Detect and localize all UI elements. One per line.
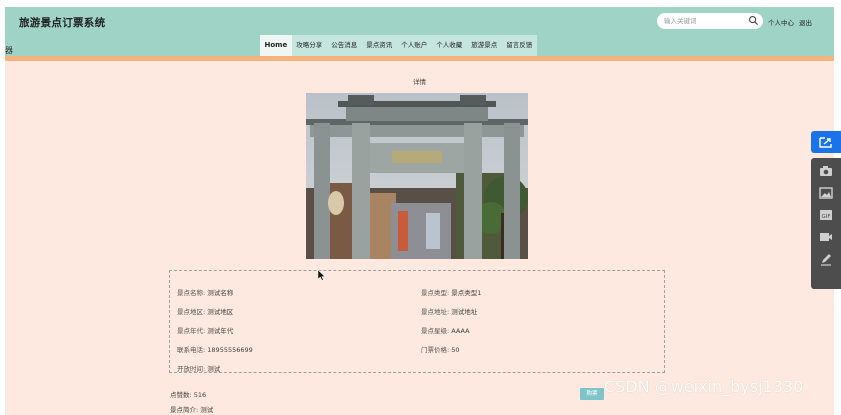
detail-name: 景点名称: 测试名称 [177, 287, 233, 297]
nav-item-feedback[interactable]: 留言反馈 [502, 35, 537, 56]
nav-item-attractions[interactable]: 旅游景点 [467, 35, 502, 56]
detail-phone-label: 联系电话: [177, 346, 206, 354]
detail-phone-value: 18955556699 [207, 346, 253, 354]
likes-label: 点赞数: [170, 391, 192, 399]
mouse-cursor-icon [318, 270, 326, 281]
search-input[interactable] [664, 15, 744, 27]
nav-item-attraction-news[interactable]: 景点资讯 [362, 35, 397, 56]
detail-type: 景点类型: 景点类型1 [421, 287, 481, 297]
detail-name-value: 测试名称 [207, 289, 234, 297]
detail-area-label: 景点地区: [177, 308, 206, 316]
detail-type-value: 景点类型1 [451, 289, 482, 297]
screenshot-toolbar: GIF [811, 131, 841, 289]
detail-hours: 开放时间: 测试 [177, 363, 220, 373]
svg-text:GIF: GIF [821, 214, 830, 220]
detail-era: 景点年代: 测试年代 [177, 325, 233, 335]
pencil-icon[interactable] [819, 252, 833, 266]
detail-price: 门票价格: 50 [421, 344, 460, 354]
stray-character: 器 [5, 46, 13, 55]
tool-rail: GIF [811, 158, 841, 289]
header-accent-stripe [5, 56, 834, 61]
detail-price-value: 50 [451, 346, 460, 354]
nav-item-home[interactable]: Home [260, 35, 292, 56]
detail-level-value: AAAA [451, 327, 470, 335]
detail-type-label: 景点类型: [421, 289, 450, 297]
detail-hours-value: 测试 [207, 365, 221, 373]
detail-name-label: 景点名称: [177, 289, 206, 297]
nav-item-guides[interactable]: 攻略分享 [292, 35, 327, 56]
logout-link[interactable]: 退出 [799, 17, 812, 27]
buy-ticket-button[interactable]: 购票 [580, 388, 604, 400]
intro-value: 测试 [200, 406, 214, 414]
share-icon [819, 137, 832, 148]
page-title: 详情 [413, 78, 426, 86]
nav-item-favorites[interactable]: 个人收藏 [432, 35, 467, 56]
detail-hours-label: 开放时间: [177, 365, 206, 373]
attraction-photo [306, 93, 528, 259]
nav-item-account[interactable]: 个人账户 [397, 35, 432, 56]
likes-count: 点赞数: 516 [170, 389, 206, 399]
camera-icon[interactable] [819, 164, 833, 178]
detail-era-label: 景点年代: [177, 327, 206, 335]
search-box[interactable] [657, 13, 763, 29]
detail-address-label: 景点地址: [421, 308, 450, 316]
gif-icon[interactable]: GIF [819, 208, 833, 222]
intro-label: 景点简介: [170, 406, 199, 414]
search-icon[interactable] [748, 15, 759, 26]
site-header: 旅游景点订票系统 器 个人中心 退出 Home 攻略分享 公告消息 景点资讯 个… [5, 7, 834, 57]
detail-price-label: 门票价格: [421, 346, 450, 354]
browser-viewport: 旅游景点订票系统 器 个人中心 退出 Home 攻略分享 公告消息 景点资讯 个… [5, 7, 834, 415]
detail-area-value: 测试地区 [207, 308, 234, 316]
detail-phone: 联系电话: 18955556699 [177, 344, 253, 354]
site-title: 旅游景点订票系统 [19, 17, 106, 29]
detail-level: 景点星级: AAAA [421, 325, 470, 335]
detail-address: 景点地址: 测试地址 [421, 306, 477, 316]
attraction-intro: 景点简介: 测试 [170, 404, 213, 414]
profile-link[interactable]: 个人中心 [768, 17, 794, 27]
attraction-details: 景点名称: 测试名称 景点类型: 景点类型1 景点地区: 测试地区 景点地址: … [169, 270, 665, 373]
image-icon[interactable] [819, 186, 833, 200]
likes-value: 516 [193, 391, 207, 399]
detail-area: 景点地区: 测试地区 [177, 306, 233, 316]
video-icon[interactable] [819, 230, 833, 244]
detail-era-value: 测试年代 [207, 327, 234, 335]
nav-item-announcements[interactable]: 公告消息 [327, 35, 362, 56]
share-button[interactable] [811, 131, 841, 153]
main-nav: Home 攻略分享 公告消息 景点资讯 个人账户 个人收藏 旅游景点 留言反馈 [260, 35, 537, 56]
detail-level-label: 景点星级: [421, 327, 450, 335]
csdn-watermark: CSDN @weixin_bysj1330 [604, 377, 804, 396]
detail-address-value: 测试地址 [451, 308, 478, 316]
